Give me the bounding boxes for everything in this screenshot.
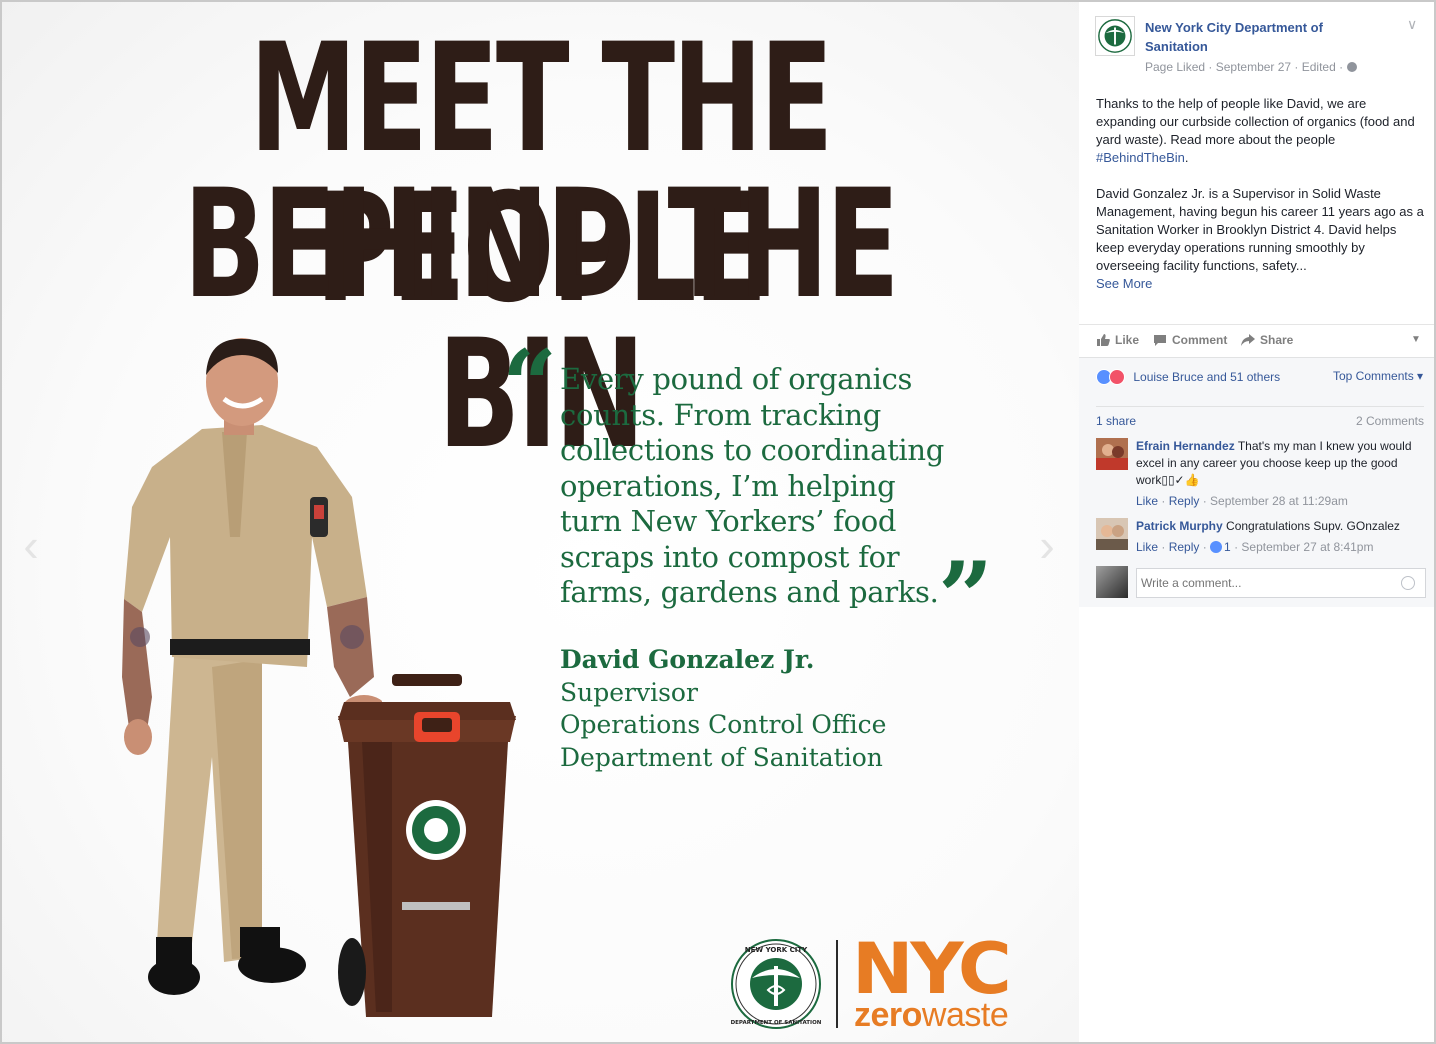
emoji-icon[interactable] [1401, 576, 1415, 590]
comment-label: Comment [1172, 333, 1228, 347]
quote-close-mark: ” [938, 541, 994, 654]
attribution-department: Department of Sanitation [560, 742, 883, 772]
nyc-logo: NYC [852, 928, 1012, 1010]
post-paragraph-2-text: David Gonzalez Jr. is a Supervisor in So… [1096, 186, 1424, 273]
share-label: Share [1260, 333, 1294, 347]
quote-line: collections to coordinating [560, 433, 945, 467]
post-paragraph-2: David Gonzalez Jr. is a Supervisor in So… [1096, 185, 1426, 293]
reaction-summary: Louise Bruce and 51 others [1096, 369, 1280, 385]
zerowaste-logo-rest: waste [921, 996, 1009, 1034]
avatar[interactable] [1096, 438, 1128, 470]
write-comment-row [1096, 566, 1426, 600]
post-meta: Page Liked · September 27 · Edited · [1145, 60, 1358, 74]
like-button[interactable]: Like [1096, 333, 1139, 347]
comment-like-count[interactable]: 1 [1224, 540, 1231, 554]
post-side-panel: New York City Department of Sanitation P… [1079, 2, 1434, 1042]
post-message: Thanks to the help of people like David,… [1096, 95, 1426, 311]
comment-like-link[interactable]: Like [1136, 540, 1158, 554]
comment-button[interactable]: Comment [1153, 333, 1227, 347]
comment-like-link[interactable]: Like [1136, 494, 1158, 508]
comment-input[interactable] [1136, 568, 1426, 598]
avatar[interactable] [1096, 518, 1128, 550]
seal-text-bottom: DEPARTMENT OF SANITATION [731, 1020, 822, 1026]
dsny-seal-logo: NEW YORK CITY DEPARTMENT OF SANITATION [731, 939, 822, 1029]
comment-actions: Like · Reply · September 28 at 11:29am [1136, 494, 1348, 508]
hashtag-link[interactable]: #BehindTheBin [1096, 150, 1185, 165]
logo-divider [836, 940, 838, 1028]
top-comments-dropdown[interactable]: Top Comments ▾ [1333, 369, 1423, 383]
seal-text-top: NEW YORK CITY [745, 946, 808, 954]
comment-reply-link[interactable]: Reply [1169, 494, 1200, 508]
reaction-icons [1096, 369, 1130, 385]
post-paragraph-1: Thanks to the help of people like David,… [1096, 95, 1426, 167]
comment-body: Efrain Hernandez That's my man I knew yo… [1136, 438, 1426, 510]
comment-body: Patrick Murphy Congratulations Supv. GOn… [1136, 518, 1426, 556]
page-avatar[interactable] [1095, 16, 1135, 56]
attribution-role: Supervisor [560, 677, 698, 707]
quote-line: turn New Yorkers’ food [560, 504, 897, 538]
comment-icon [1154, 335, 1166, 346]
chevron-right-icon[interactable]: › [1032, 520, 1062, 570]
comment-timestamp[interactable]: · September 28 at 11:29am [1199, 494, 1348, 508]
quote-line: scraps into compost for [560, 539, 900, 574]
attribution-office: Operations Control Office [560, 710, 887, 739]
chevron-down-icon[interactable]: ∨ [1407, 16, 1417, 33]
post-paragraph-1-end: . [1184, 150, 1189, 165]
comment-content: Patrick Murphy Congratulations Supv. GOn… [1136, 518, 1426, 535]
chevron-left-icon[interactable]: ‹ [16, 520, 46, 570]
quote-open-mark: “ [502, 329, 558, 442]
zerowaste-logo-bold: zero [854, 996, 922, 1034]
post-paragraph-1-text: Thanks to the help of people like David,… [1096, 96, 1415, 147]
like-label: Like [1115, 333, 1140, 347]
quote-line: Every pound of organics [560, 362, 913, 396]
like-reaction-icon [1210, 541, 1223, 553]
page-name-link[interactable]: New York City Department of Sanitation [1145, 18, 1375, 56]
thumbs-up-icon [1097, 334, 1110, 346]
share-button[interactable]: Share [1241, 333, 1293, 347]
post-meta-text: Page Liked · September 27 · Edited · [1145, 60, 1344, 74]
comment-text: Congratulations Supv. GOnzalez [1222, 519, 1400, 533]
share-count-row: 1 share 2 Comments [1096, 406, 1424, 428]
quote-line: counts. From tracking [560, 397, 882, 432]
organics-bin-image [338, 674, 516, 1017]
quote-line: operations, I’m helping [560, 468, 896, 503]
comments-count[interactable]: 2 Comments [1356, 414, 1424, 428]
reaction-summary-link[interactable]: Louise Bruce and 51 others [1133, 370, 1280, 384]
avatar [1096, 566, 1128, 598]
attribution-name: David Gonzalez Jr. [560, 645, 815, 674]
see-more-link[interactable]: See More [1096, 276, 1152, 291]
quote-text: Every pound of organics counts. From tra… [560, 362, 990, 611]
caret-down-icon[interactable]: ▼ [1411, 334, 1421, 345]
comment-content: Efrain Hernandez That's my man I knew yo… [1136, 438, 1426, 489]
reactions-comments-section: Louise Bruce and 51 others Top Comments … [1079, 357, 1434, 607]
zerowaste-logo: zerowaste [854, 996, 1009, 1034]
comment-actions: Like · Reply · 1 · September 27 at 8:41p… [1136, 540, 1374, 554]
quote-attribution: David Gonzalez Jr. Supervisor Operations… [560, 644, 886, 774]
post-photo[interactable]: MEET THE PEOPLE BEHIND THE BIN “ Every p… [2, 2, 1079, 1042]
quote-line: farms, gardens and parks. [560, 575, 939, 609]
love-reaction-icon [1109, 369, 1125, 385]
comment-author-link[interactable]: Patrick Murphy [1136, 519, 1223, 533]
globe-icon [1347, 62, 1358, 72]
share-icon [1241, 334, 1255, 346]
action-bar: Like Comment Share ▼ [1079, 324, 1434, 357]
photo-viewer: MEET THE PEOPLE BEHIND THE BIN “ Every p… [0, 0, 1436, 1044]
share-count-link[interactable]: 1 share [1096, 414, 1136, 428]
comment-reply-link[interactable]: Reply [1169, 540, 1200, 554]
comment-author-link[interactable]: Efrain Hernandez [1136, 439, 1235, 453]
comment-timestamp[interactable]: · September 27 at 8:41pm [1231, 540, 1373, 554]
